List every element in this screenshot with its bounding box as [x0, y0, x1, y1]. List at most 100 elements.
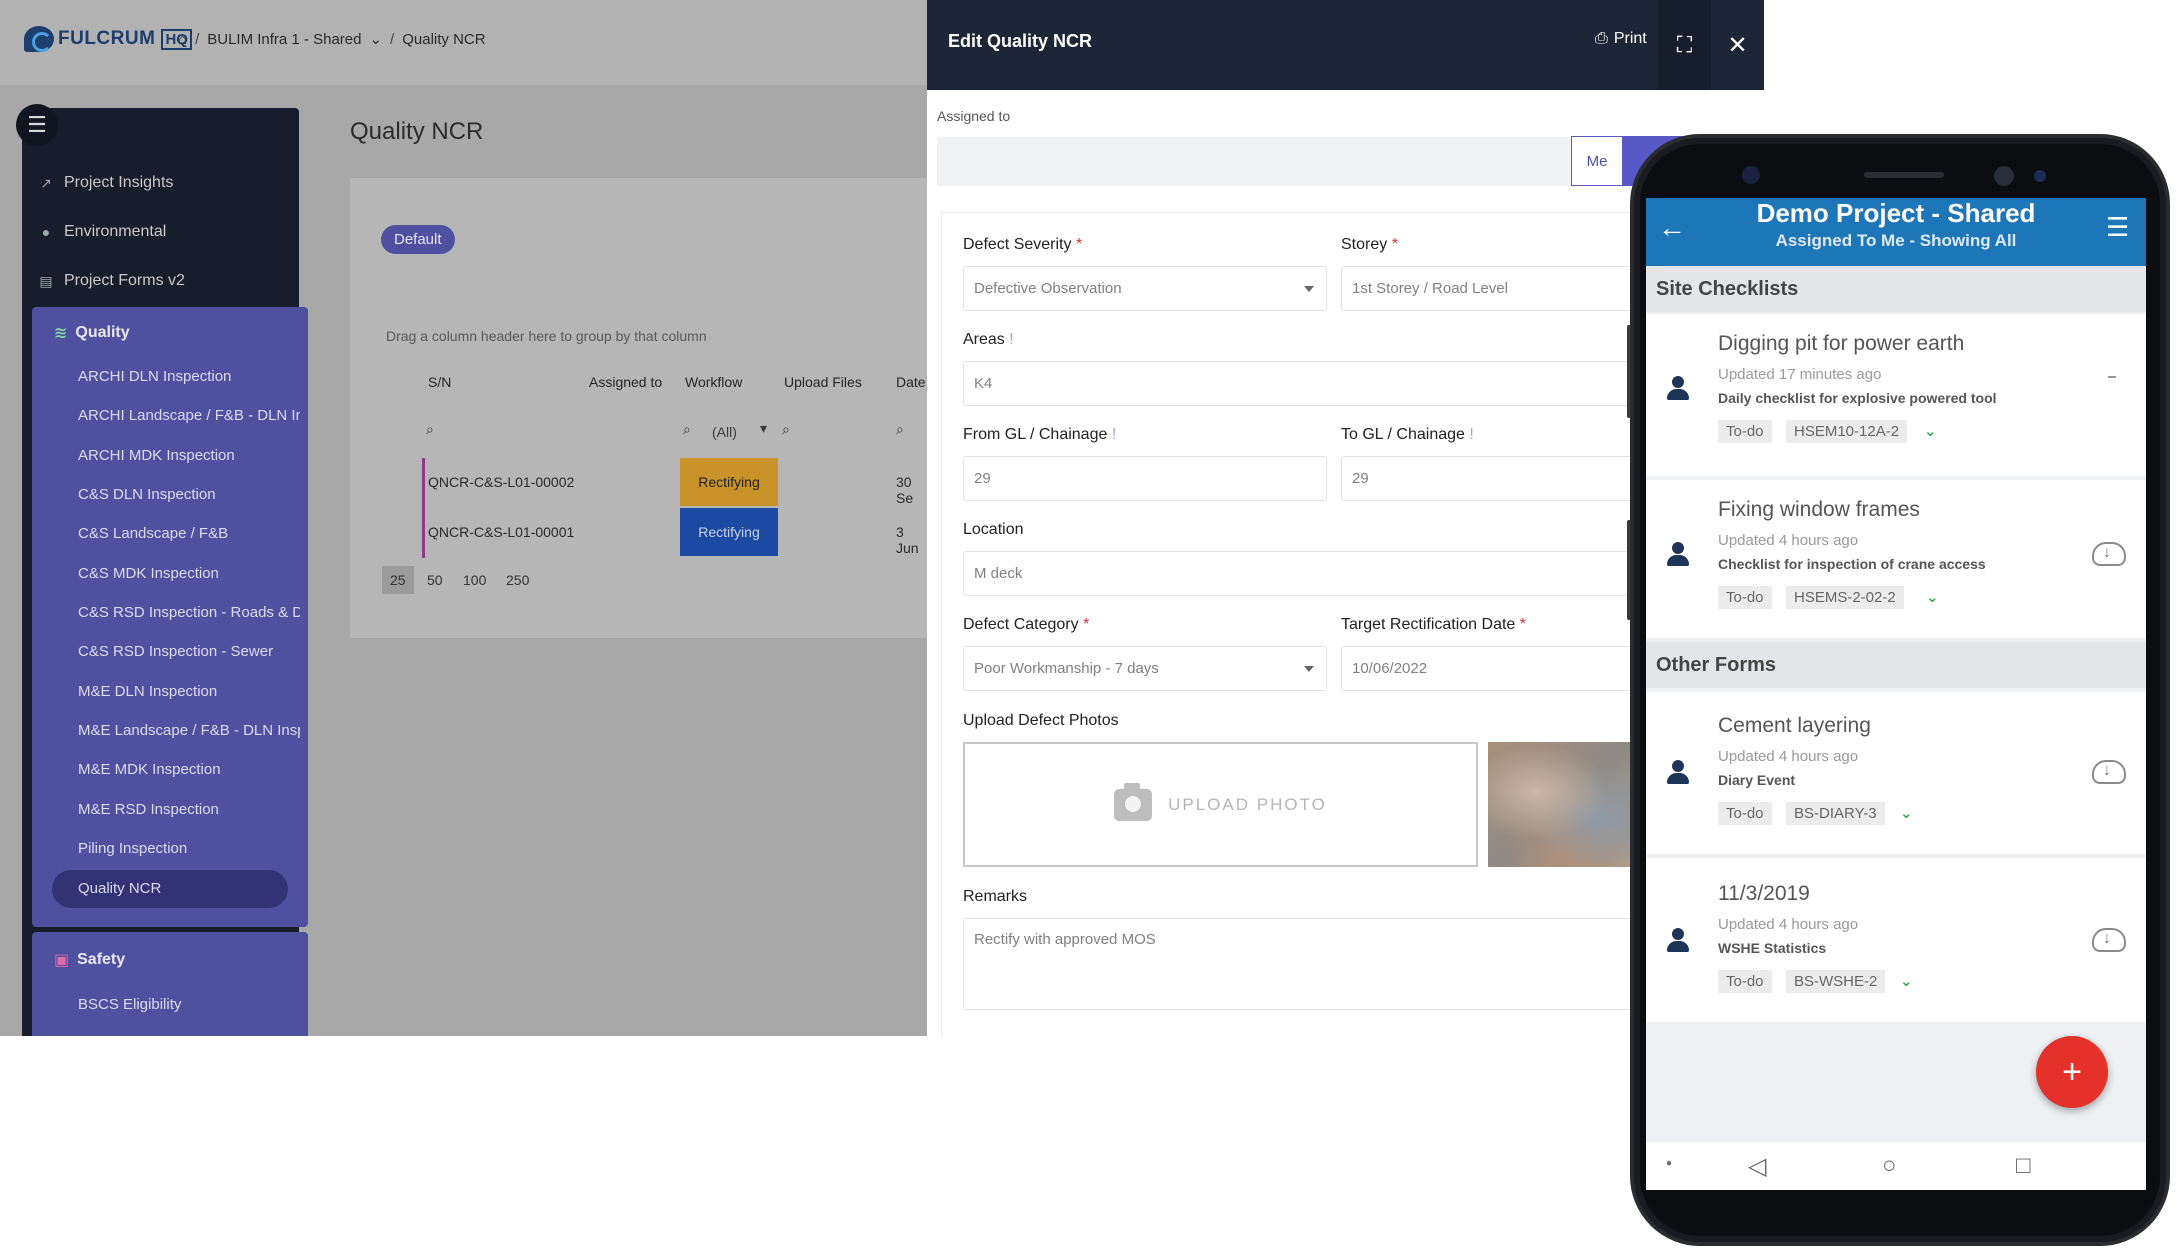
sidebar-subitem[interactable]: BSCS Eligibility [78, 996, 300, 1013]
expand-icon[interactable]: ⛶ [1658, 0, 1711, 90]
close-icon[interactable]: ✕ [1711, 0, 1764, 90]
storey-label: Storey * [1341, 236, 1398, 253]
sidebar-subitem[interactable]: M&E Landscape / F&B - DLN Inspe [78, 722, 300, 739]
remarks-textarea[interactable]: Rectify with approved MOS [963, 918, 1643, 1010]
target-date-field[interactable]: 10/06/2022 [1341, 646, 1641, 691]
page-size-100[interactable]: 100 [463, 572, 486, 588]
chart-icon: ↗ [40, 175, 52, 191]
home-icon[interactable]: ⌂ [178, 31, 187, 48]
column-header-upload[interactable]: Upload Files [784, 374, 862, 390]
defect-photo-thumbnail[interactable] [1488, 742, 1648, 867]
sidebar-subitem[interactable]: C&S RSD Inspection - Sewer [78, 643, 300, 660]
table-row-sn[interactable]: QNCR-C&S-L01-00002 [428, 474, 574, 490]
sidebar-subitem[interactable]: C&S RSD Inspection - Roads & Dr [78, 604, 300, 621]
defect-severity-select[interactable]: Defective Observation [963, 266, 1327, 311]
card-title: Fixing window frames [1718, 498, 1920, 521]
from-gl-field[interactable]: 29 [963, 456, 1327, 501]
table-row-sn[interactable]: QNCR-C&S-L01-00001 [428, 524, 574, 540]
sidebar-subitem[interactable]: M&E RSD Inspection [78, 801, 300, 818]
sidebar-subitem[interactable]: ARCHI MDK Inspection [78, 447, 300, 464]
assigned-to-label: Assigned to [937, 108, 1011, 124]
chevron-down-icon [1304, 665, 1314, 672]
list-item[interactable]: Fixing window frames Updated 4 hours ago… [1646, 480, 2146, 638]
filter-search-icon[interactable]: ⌕ [426, 421, 434, 438]
phone-header: ← Demo Project - Shared Assigned To Me -… [1646, 198, 2146, 266]
sidebar-subitem[interactable]: ARCHI DLN Inspection [78, 368, 300, 385]
menu-toggle-icon[interactable]: ☰ [16, 104, 58, 146]
location-field[interactable]: M deck [963, 551, 1643, 596]
phone-subtitle: Assigned To Me - Showing All [1775, 231, 2017, 250]
column-header-sn[interactable]: S/N [428, 374, 451, 390]
cloud-download-icon[interactable] [2092, 760, 2126, 784]
sidebar-subitem[interactable]: Piling Inspection [78, 840, 300, 857]
sidebar-subitem[interactable]: M&E DLN Inspection [78, 683, 300, 700]
chevron-double-down-icon: ⌄ [1900, 805, 1913, 822]
sidebar-subitem[interactable]: M&E MDK Inspection [78, 761, 300, 778]
menu-icon[interactable]: ☰ [2106, 212, 2129, 243]
sidebar-item-environmental[interactable]: ● Environmental [38, 223, 167, 241]
status-chip: To-do [1718, 802, 1772, 825]
logo-mark-icon [24, 26, 54, 52]
breadcrumb: ⌂ / BULIM Infra 1 - Shared ⌄ / Quality N… [178, 30, 486, 49]
location-label: Location [963, 521, 1024, 538]
areas-field[interactable]: K4 [963, 361, 1643, 406]
card-description: Diary Event [1718, 772, 1796, 788]
add-form-button[interactable]: + [2036, 1036, 2108, 1108]
page-size-25[interactable]: 25 [382, 566, 414, 594]
row-indicator [422, 458, 425, 558]
camera-icon [1114, 782, 1153, 821]
defect-category-label: Defect Category * [963, 616, 1090, 633]
list-item[interactable]: 11/3/2019 Updated 4 hours ago WSHE Stati… [1646, 858, 2146, 1022]
sidebar-item-project-insights[interactable]: ↗ Project Insights [38, 174, 173, 192]
card-description: Checklist for inspection of crane access [1718, 556, 1986, 572]
assign-me-button[interactable]: Me [1571, 136, 1623, 186]
back-triangle-icon[interactable]: ◁ [1748, 1152, 1766, 1181]
cloud-download-icon[interactable] [2092, 928, 2126, 952]
remarks-label: Remarks [963, 888, 1028, 905]
column-header-workflow[interactable]: Workflow [685, 374, 742, 390]
print-button[interactable]: ⎙ Print [1595, 30, 1647, 48]
to-gl-field[interactable]: 29 [1341, 456, 1641, 501]
breadcrumb-project[interactable]: BULIM Infra 1 - Shared [207, 31, 361, 48]
sidebar-subitem[interactable]: C&S DLN Inspection [78, 486, 300, 503]
page-size-250[interactable]: 250 [506, 572, 529, 588]
sidebar-group-label: Safety [77, 951, 126, 968]
brand-logo[interactable]: FULCRUM HQ [24, 26, 192, 52]
sidebar-item-project-forms[interactable]: ▤ Project Forms v2 [38, 272, 185, 290]
sidebar-subitem[interactable]: ARCHI Landscape / F&B - DLN Insp [78, 407, 300, 424]
page-size-50[interactable]: 50 [427, 572, 443, 588]
list-item[interactable]: Digging pit for power earth Updated 17 m… [1646, 314, 2146, 476]
list-item[interactable]: Cement layering Updated 4 hours ago Diar… [1646, 692, 2146, 854]
sensor-icon [1994, 166, 2014, 186]
top-bar: FULCRUM HQ ⌂ / BULIM Infra 1 - Shared ⌄ … [0, 0, 927, 85]
sidebar-subitem-active[interactable]: Quality NCR [78, 880, 300, 897]
card-title: 11/3/2019 [1718, 882, 1810, 905]
sidebar-item-label: Environmental [64, 223, 167, 240]
upload-photo-button[interactable]: UPLOAD PHOTO [963, 742, 1478, 867]
sidebar-subitem[interactable]: C&S Landscape / F&B [78, 525, 300, 542]
view-default-pill[interactable]: Default [381, 225, 455, 254]
sidebar-group-safety[interactable]: ▣ Safety [54, 950, 125, 970]
storey-select[interactable]: 1st Storey / Road Level [1341, 266, 1641, 311]
column-header-date[interactable]: Date [896, 374, 926, 390]
filter-search-icon[interactable]: ⌕ [782, 421, 790, 438]
sidebar-subitem[interactable]: C&S MDK Inspection [78, 565, 300, 582]
dot-icon: ● [1666, 1158, 1673, 1169]
assigned-to-field[interactable] [937, 137, 1572, 186]
sidebar-group-quality[interactable]: ≋ Quality [54, 323, 130, 343]
workflow-filter-select[interactable]: (All) [712, 424, 737, 440]
home-circle-icon[interactable]: ○ [1882, 1152, 1897, 1180]
filter-search-icon[interactable]: ⌕ [896, 421, 904, 438]
defect-category-select[interactable]: Poor Workmanship - 7 days [963, 646, 1327, 691]
chevron-down-icon[interactable]: ⌄ [369, 30, 382, 48]
sidebar-group-label: Quality [75, 324, 130, 341]
chevron-down-icon[interactable]: ▾ [760, 420, 767, 437]
card-description: WSHE Statistics [1718, 940, 1827, 956]
chevron-double-down-icon: ⌄ [1926, 589, 1939, 606]
recents-square-icon[interactable]: □ [2016, 1152, 2031, 1180]
page-title: Quality NCR [350, 118, 484, 145]
cloud-download-icon[interactable] [2092, 542, 2126, 566]
column-header-assigned[interactable]: Assigned to [589, 374, 662, 390]
phone-project-title: Demo Project - Shared [1756, 198, 2036, 228]
filter-search-icon[interactable]: ⌕ [683, 421, 691, 438]
